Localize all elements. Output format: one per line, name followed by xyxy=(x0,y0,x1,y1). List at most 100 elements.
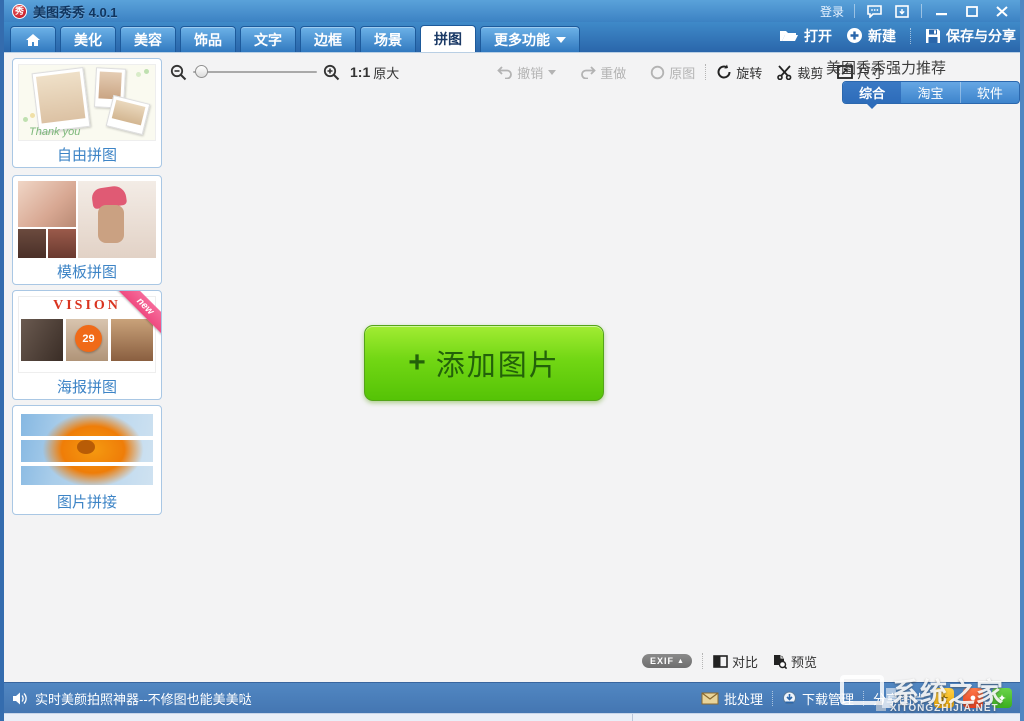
batch-label: 批处理 xyxy=(724,689,763,708)
announcement-text: 实时美颜拍照神器--不修图也能美美哒 xyxy=(35,689,252,708)
crop-label: 裁剪 xyxy=(797,63,823,82)
redo-button[interactable]: 重做 xyxy=(580,63,626,82)
recommend-tabs: 综合 淘宝 软件 xyxy=(842,81,1020,104)
crop-button[interactable]: 裁剪 xyxy=(776,63,823,82)
tab-beautify[interactable]: 美化 xyxy=(60,26,116,52)
speaker-icon xyxy=(12,692,28,705)
save-icon xyxy=(925,28,941,44)
folder-open-icon xyxy=(779,28,799,43)
recommend-tab-taobao[interactable]: 淘宝 xyxy=(901,82,959,103)
minimize-icon[interactable] xyxy=(932,3,952,19)
zoom-ratio-label[interactable]: 1:1 xyxy=(350,64,370,80)
login-link[interactable]: 登录 xyxy=(820,3,844,20)
statusbar-separator xyxy=(772,691,773,706)
sidebar-item-poster-collage[interactable]: VISION 29 new 海报拼图 xyxy=(12,290,162,400)
sidebar-item-free-collage[interactable]: Thank you 自由拼图 xyxy=(12,58,162,168)
maximize-icon[interactable] xyxy=(962,3,982,19)
zoom-slider-handle[interactable] xyxy=(195,65,208,78)
original-image-button[interactable]: 原图 xyxy=(650,63,695,82)
batch-icon xyxy=(701,691,719,705)
thumb-photo xyxy=(48,229,76,258)
add-pictures-button[interactable]: + 添加图片 xyxy=(364,325,604,401)
thumb-photo xyxy=(111,319,153,361)
compare-button[interactable]: 对比 xyxy=(713,652,758,671)
close-icon[interactable] xyxy=(992,3,1012,19)
toolbar-separator xyxy=(705,64,706,80)
statusbar-tools: 批处理 下载管理 分享图片 ★ ● ✦ xyxy=(701,688,1012,708)
sidebar-item-photo-stitch[interactable]: 图片拼接 xyxy=(12,405,162,515)
fit-original-label[interactable]: 原大 xyxy=(373,63,399,82)
wechat-share-icon[interactable]: ✦ xyxy=(992,688,1012,708)
zoom-slider-track[interactable] xyxy=(193,71,317,73)
title-bar: 秀 美图秀秀 4.0.1 登录 xyxy=(4,0,1020,22)
plus-icon: + xyxy=(408,348,426,378)
add-pictures-label: 添加图片 xyxy=(436,342,560,384)
app-logo-icon: 秀 xyxy=(12,4,27,19)
chevron-down-icon xyxy=(556,37,566,43)
zoom-out-icon[interactable] xyxy=(170,64,187,81)
preview-button[interactable]: 预览 xyxy=(772,652,817,671)
titlebar-separator xyxy=(921,4,922,18)
free-collage-thumbnail: Thank you xyxy=(18,64,156,141)
canvas-toolbar: 1:1 原大 撤销 重做 原图 旋转 xyxy=(170,60,883,84)
tab-label: 场景 xyxy=(374,30,402,50)
batch-process-button[interactable]: 批处理 xyxy=(701,689,763,708)
polaroid-photo xyxy=(106,95,151,135)
open-button[interactable]: 打开 xyxy=(779,26,832,46)
sidebar-item-template-collage[interactable]: 模板拼图 xyxy=(12,175,162,285)
tab-label: 边框 xyxy=(314,30,342,50)
qzone-share-icon[interactable]: ★ xyxy=(934,688,954,708)
original-label: 原图 xyxy=(669,63,695,82)
statusbar-separator xyxy=(863,691,864,706)
announcement-area[interactable]: 实时美颜拍照神器--不修图也能美美哒 xyxy=(12,689,252,708)
tab-text[interactable]: 文字 xyxy=(240,26,296,52)
tab-label: 拼图 xyxy=(434,29,462,49)
recommend-tab-software[interactable]: 软件 xyxy=(960,82,1019,103)
rotate-button[interactable]: 旋转 xyxy=(716,63,762,82)
tools-separator xyxy=(702,653,703,669)
exif-label: EXIF xyxy=(650,656,674,666)
save-share-button[interactable]: 保存与分享 xyxy=(925,26,1016,46)
open-label: 打开 xyxy=(804,26,832,46)
triangle-up-icon: ▲ xyxy=(677,658,685,665)
tab-more-features[interactable]: 更多功能 xyxy=(480,26,580,52)
exif-badge[interactable]: EXIF ▲ xyxy=(642,654,692,668)
save-label: 保存与分享 xyxy=(946,26,1016,46)
app-title: 美图秀秀 4.0.1 xyxy=(33,2,118,21)
download-manager-button[interactable]: 下载管理 xyxy=(782,689,854,708)
tab-frame[interactable]: 边框 xyxy=(300,26,356,52)
undo-dropdown-icon[interactable] xyxy=(548,70,556,75)
weibo-share-icon[interactable]: ● xyxy=(963,688,983,708)
compare-label: 对比 xyxy=(732,652,758,671)
undo-label: 撤销 xyxy=(517,63,543,82)
recommend-tab-general[interactable]: 综合 xyxy=(843,82,901,103)
share-pictures-button[interactable]: 分享图片 xyxy=(873,689,925,708)
new-button[interactable]: 新建 xyxy=(846,26,896,46)
recommend-title: 美图秀秀强力推荐 xyxy=(826,57,946,78)
message-box-icon[interactable] xyxy=(893,3,911,19)
tab-label: 饰品 xyxy=(194,30,222,50)
flower-image xyxy=(21,414,153,485)
sidebar-item-label: 模板拼图 xyxy=(18,258,156,284)
thumb-photo xyxy=(18,181,76,227)
zoom-slider[interactable] xyxy=(193,65,317,79)
feedback-chat-icon[interactable] xyxy=(865,3,883,19)
main-tab-bar: 美化 美容 饰品 文字 边框 场景 拼图 更多功能 打开 新建 xyxy=(4,22,1020,53)
canvas-bottom-tools: EXIF ▲ 对比 预览 xyxy=(642,651,817,671)
poster-number-badge: 29 xyxy=(75,325,102,352)
titlebar-controls: 登录 xyxy=(820,3,1012,20)
tab-home[interactable] xyxy=(10,26,56,52)
undo-button[interactable]: 撤销 xyxy=(497,63,543,82)
thumb-photo xyxy=(78,181,156,258)
tab-collage-active[interactable]: 拼图 xyxy=(420,25,476,52)
app-window: 秀 美图秀秀 4.0.1 登录 xyxy=(0,0,1024,721)
sidebar-item-label: 图片拼接 xyxy=(18,488,156,514)
tab-accessories[interactable]: 饰品 xyxy=(180,26,236,52)
thumbnail-caption: Thank you xyxy=(29,126,80,138)
tab-cosmetic[interactable]: 美容 xyxy=(120,26,176,52)
thumb-photo xyxy=(21,319,63,361)
redo-label: 重做 xyxy=(600,63,626,82)
tab-label: 美容 xyxy=(134,30,162,50)
zoom-in-icon[interactable] xyxy=(323,64,340,81)
tab-scene[interactable]: 场景 xyxy=(360,26,416,52)
